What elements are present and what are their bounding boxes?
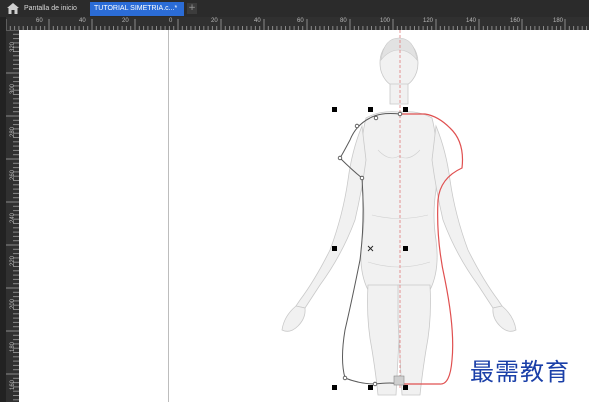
selection-handle-middle-left xyxy=(332,246,337,251)
selection-handle-top-right xyxy=(403,107,408,112)
path-node xyxy=(354,123,360,129)
figure-left-hand xyxy=(281,305,306,332)
path-node xyxy=(342,375,348,381)
path-node xyxy=(337,155,343,161)
path-node xyxy=(373,115,379,121)
path-node xyxy=(397,111,403,117)
watermark-text: 最需教育 xyxy=(470,358,570,386)
figure-right-arm xyxy=(431,124,503,309)
active-node-marker[interactable] xyxy=(393,375,405,386)
croquis-figure xyxy=(281,38,517,396)
selection-handle-top-center xyxy=(368,107,373,112)
selection-handle-bottom-center xyxy=(368,385,373,390)
figure-neck xyxy=(389,83,409,105)
selection-handle-bottom-right xyxy=(403,385,408,390)
path-node xyxy=(372,381,378,387)
figure-right-hand xyxy=(492,305,517,332)
selection-handle-bottom-left xyxy=(332,385,337,390)
path-node xyxy=(359,175,365,181)
fashion-figure-drawing[interactable] xyxy=(0,0,589,402)
selection-handle-top-left xyxy=(332,107,337,112)
selection-handle-middle-right xyxy=(403,246,408,251)
